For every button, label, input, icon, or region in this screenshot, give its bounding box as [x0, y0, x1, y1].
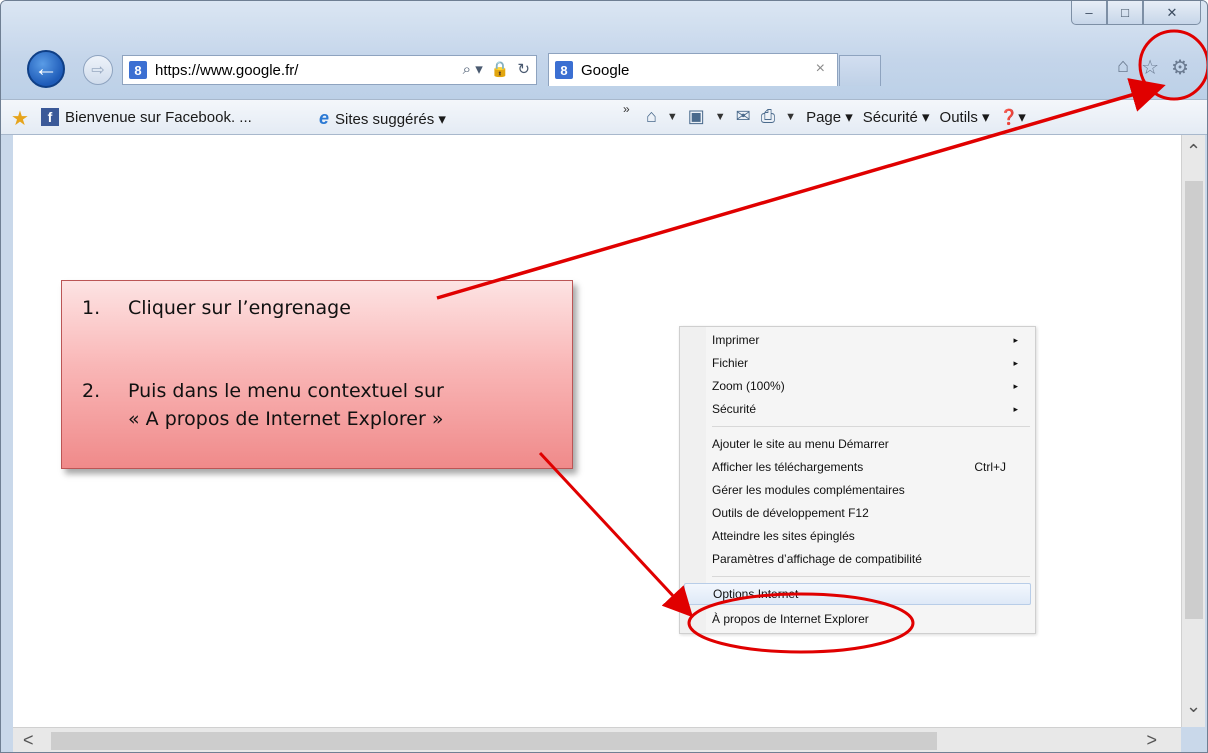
browser-window: – □ ✕ ← ⇨ 8 https://www.google.fr/ ⌕ ▾ 🔒…	[0, 0, 1208, 753]
annotation-overlay	[436, 29, 1207, 654]
arrow-to-gear	[436, 78, 1166, 300]
arrow-to-about-ie	[538, 451, 694, 618]
about-ie-highlight-circle	[687, 592, 915, 654]
